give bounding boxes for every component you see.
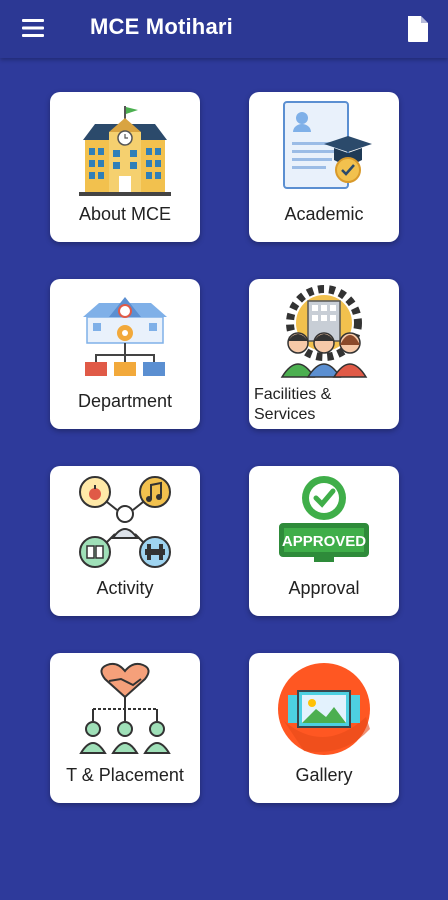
gallery-icon [278, 663, 370, 755]
handshake-people-icon [79, 662, 171, 754]
training-placement-tile[interactable]: T & Placement [50, 653, 200, 803]
academic-tile[interactable]: Academic [249, 92, 399, 242]
about-mce-label: About MCE [78, 204, 172, 224]
activity-label: Activity [96, 578, 154, 598]
gallery-label: Gallery [295, 765, 353, 785]
approval-label: Approval [288, 578, 360, 598]
facilities-people-icon [280, 285, 368, 378]
approved-stamp-icon: APPROVED [279, 476, 369, 562]
gallery-tile[interactable]: Gallery [249, 653, 399, 803]
app-title: MCE Motihari [90, 14, 233, 39]
about-mce-tile[interactable]: About MCE [50, 92, 200, 242]
department-tile[interactable]: Department [50, 279, 200, 429]
menu-icon[interactable] [20, 16, 48, 40]
approved-stamp-text: APPROVED [282, 533, 366, 550]
activity-icon [79, 476, 171, 568]
department-label: Department [77, 391, 173, 411]
certificate-graduation-icon [283, 101, 372, 189]
training-placement-label: T & Placement [66, 765, 184, 785]
activity-tile[interactable]: Activity [50, 466, 200, 616]
department-structure-icon [83, 297, 167, 376]
app-bar: MCE Motihari [0, 0, 448, 58]
academic-label: Academic [284, 204, 364, 224]
facilities-services-label: Facilities & Services [254, 386, 332, 423]
school-building-icon [79, 106, 171, 196]
document-icon[interactable] [404, 14, 432, 44]
facilities-services-tile[interactable]: Facilities & Services [249, 279, 399, 429]
approval-tile[interactable]: APPROVED Approval [249, 466, 399, 616]
